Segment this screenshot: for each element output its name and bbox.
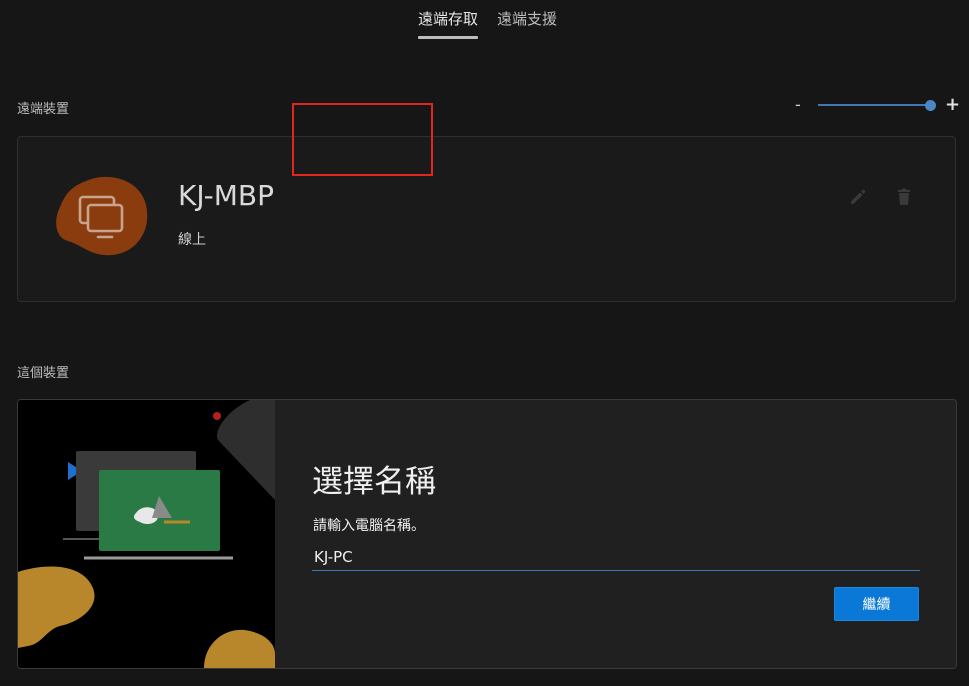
computer-name-label: 請輸入電腦名稱。 <box>313 518 425 534</box>
setup-illustration <box>18 400 275 668</box>
this-device-heading: 這個裝置 <box>17 366 70 381</box>
device-name: KJ-MBP <box>178 179 274 212</box>
continue-button[interactable]: 繼續 <box>834 587 919 621</box>
computer-name-input[interactable] <box>312 543 920 571</box>
trash-icon[interactable] <box>894 187 914 207</box>
zoom-slider-track[interactable] <box>818 104 930 106</box>
remote-desktop-icon <box>56 176 148 256</box>
zoom-in-button[interactable]: + <box>945 94 960 115</box>
edit-icon[interactable] <box>848 187 868 207</box>
tab-remote-access[interactable]: 遠端存取 <box>418 6 478 31</box>
zoom-slider-thumb[interactable] <box>925 100 936 111</box>
name-form: 選擇名稱 請輸入電腦名稱。 繼續 <box>275 400 956 668</box>
this-device-card: 選擇名稱 請輸入電腦名稱。 繼續 <box>17 399 957 669</box>
remote-devices-heading: 遠端裝置 <box>17 102 70 117</box>
device-card[interactable]: KJ-MBP 線上 <box>17 136 956 302</box>
remote-desktop-page: 遠端存取 遠端支援 遠端裝置 - + KJ-MBP 線上 這個裝置 選擇名稱 請… <box>0 0 969 686</box>
active-tab-indicator <box>418 36 478 39</box>
device-status: 線上 <box>178 232 206 248</box>
tab-remote-support[interactable]: 遠端支援 <box>497 6 557 31</box>
form-title: 選擇名稱 <box>312 464 436 500</box>
zoom-out-button[interactable]: - <box>795 95 801 114</box>
